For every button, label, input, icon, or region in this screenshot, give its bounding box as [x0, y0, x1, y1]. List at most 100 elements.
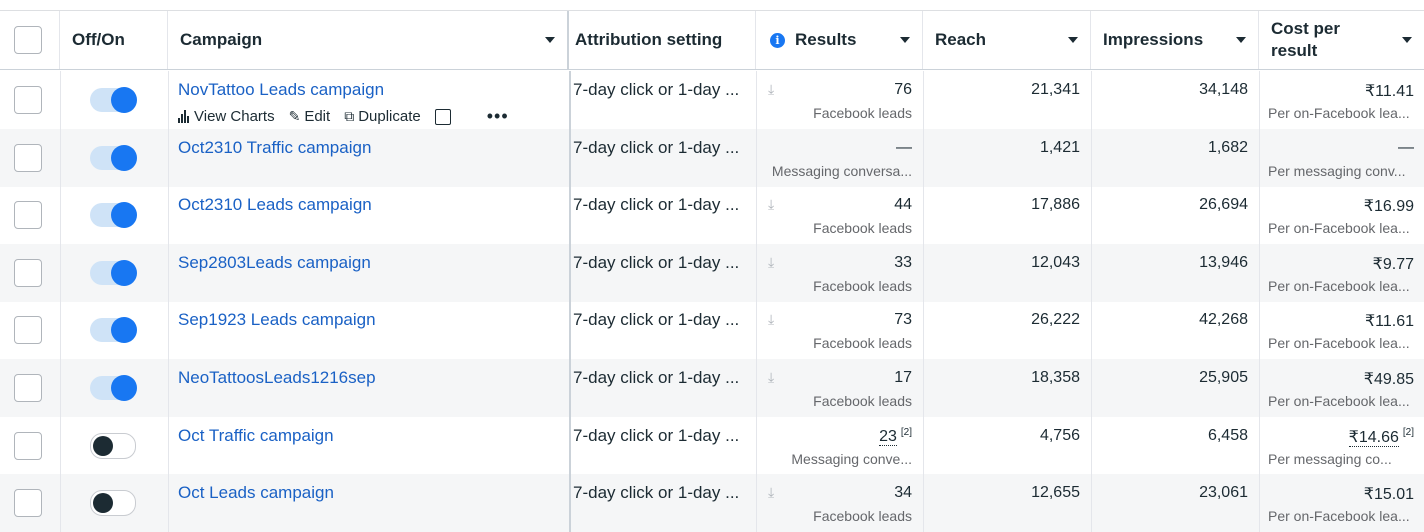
table-row[interactable]: NeoTattoosLeads1216sep 7-day click or 1-d…	[0, 359, 1424, 417]
column-divider	[569, 243, 571, 302]
campaign-name-link[interactable]: Oct2310 Leads campaign	[178, 195, 372, 215]
column-divider	[1091, 243, 1092, 302]
row-checkbox[interactable]	[14, 258, 42, 287]
table-row[interactable]: Sep1923 Leads campaign 7-day click or 1-d…	[0, 301, 1424, 360]
header-reach[interactable]: Reach	[923, 11, 1091, 69]
reach-value: 4,756	[1039, 426, 1080, 444]
results-type: Facebook leads	[813, 335, 912, 352]
cost-per-result-type: Per messaging conv...	[1268, 162, 1406, 179]
results-value: 34	[894, 484, 912, 502]
cost-footnote[interactable]: [2]	[1403, 427, 1414, 438]
campaign-toggle[interactable]	[90, 317, 137, 344]
column-divider	[168, 186, 169, 245]
table-row[interactable]: Oct Traffic campaign 7-day click or 1-day…	[0, 416, 1424, 475]
campaign-name-link[interactable]: Oct Traffic campaign	[178, 426, 334, 446]
chevron-down-icon[interactable]	[1236, 37, 1246, 43]
column-divider	[1091, 301, 1092, 360]
header-campaign[interactable]: Campaign	[168, 11, 569, 69]
results-value: —	[896, 138, 912, 156]
column-divider	[756, 301, 757, 360]
column-divider	[60, 71, 61, 129]
row-checkbox[interactable]	[14, 431, 42, 460]
campaign-name-link[interactable]: Oct2310 Traffic campaign	[178, 138, 371, 158]
column-divider	[923, 186, 924, 245]
campaign-name-link[interactable]: NovTattoo Leads campaign	[178, 80, 384, 100]
column-divider	[1259, 416, 1260, 475]
duplicate-button[interactable]: ⧉ Duplicate	[344, 108, 421, 125]
toggle-knob	[111, 202, 137, 229]
results-type: Messaging conversa...	[771, 162, 912, 179]
cost-per-result-value: ₹16.99	[1363, 198, 1414, 216]
attribution-setting: 7-day click or 1-day ...	[573, 195, 740, 215]
column-divider	[756, 186, 757, 245]
header-impressions[interactable]: Impressions	[1091, 11, 1259, 69]
row-checkbox[interactable]	[14, 201, 42, 230]
table-row[interactable]: Sep2803Leads campaign 7-day click or 1-da…	[0, 243, 1424, 302]
chevron-down-icon[interactable]	[545, 37, 555, 43]
column-divider	[60, 416, 61, 475]
campaign-name-link[interactable]: Sep2803Leads campaign	[178, 253, 371, 273]
results-value: 23 [2]	[760, 427, 912, 446]
column-divider	[168, 359, 169, 417]
campaign-name-link[interactable]: NeoTattoosLeads1216sep	[178, 368, 376, 388]
results-value: 76	[894, 81, 912, 98]
impressions-value: 13,946	[1199, 253, 1248, 271]
column-divider	[569, 474, 571, 532]
campaign-toggle[interactable]	[90, 432, 136, 459]
info-icon[interactable]: i	[770, 32, 785, 48]
column-divider	[1091, 359, 1092, 417]
header-off-on[interactable]: Off/On	[60, 11, 168, 69]
view-charts-button[interactable]: View Charts	[178, 108, 275, 125]
impressions-value: 6,458	[1207, 426, 1248, 444]
table-row[interactable]: Oct2310 Traffic campaign 7-day click or 1…	[0, 128, 1424, 187]
column-divider	[1259, 71, 1260, 129]
row-checkbox[interactable]	[14, 143, 42, 172]
row-checkbox[interactable]	[14, 86, 42, 114]
campaign-toggle[interactable]	[90, 375, 137, 401]
row-checkbox[interactable]	[14, 489, 42, 518]
column-divider	[569, 71, 571, 129]
header-cost-per-result[interactable]: Cost per result	[1259, 11, 1424, 69]
chevron-down-icon[interactable]	[900, 37, 910, 43]
header-results[interactable]: i Results	[756, 11, 923, 69]
results-type: Facebook leads	[813, 220, 912, 237]
column-divider	[60, 301, 61, 360]
chevron-down-icon[interactable]	[1068, 37, 1078, 43]
campaign-toggle[interactable]	[90, 202, 137, 229]
chevron-down-icon[interactable]	[1402, 37, 1412, 43]
reach-value: 18,358	[1031, 369, 1080, 386]
edit-button[interactable]: ✎ Edit	[289, 108, 331, 125]
header-reach-label: Reach	[935, 30, 987, 49]
campaign-name-link[interactable]: Oct Leads campaign	[178, 483, 334, 503]
results-footnote[interactable]: [2]	[901, 427, 912, 438]
select-all-checkbox[interactable]	[14, 26, 42, 54]
table-row[interactable]: Oct2310 Leads campaign 7-day click or 1-d…	[0, 186, 1424, 245]
campaign-toggle[interactable]	[90, 144, 137, 171]
column-divider	[569, 301, 571, 360]
more-options-icon[interactable]: •••	[487, 106, 509, 127]
row-checkbox[interactable]	[14, 316, 42, 345]
column-divider	[1091, 71, 1092, 129]
campaign-name-link[interactable]: Sep1923 Leads campaign	[178, 310, 376, 330]
trend-button[interactable]	[434, 108, 455, 125]
column-divider	[923, 359, 924, 417]
cost-per-result-value: ₹49.85	[1363, 371, 1414, 388]
row-checkbox[interactable]	[14, 374, 42, 402]
impressions-value: 34,148	[1199, 81, 1248, 98]
cost-number: ₹14.66	[1348, 428, 1399, 447]
campaign-toggle[interactable]	[90, 259, 137, 286]
header-campaign-label: Campaign	[180, 30, 263, 49]
campaign-toggle[interactable]	[90, 490, 136, 517]
table-row[interactable]: Oct Leads campaign 7-day click or 1-day .…	[0, 474, 1424, 532]
header-attribution[interactable]: Attribution setting	[569, 11, 756, 69]
table-row[interactable]: NovTattoo Leads campaign View Charts ✎ Edit…	[0, 71, 1424, 129]
impressions-value: 1,682	[1207, 138, 1248, 156]
column-divider	[756, 243, 757, 302]
cost-per-result-value: ₹11.41	[1364, 83, 1414, 100]
column-divider	[756, 474, 757, 532]
results-type: Messaging conve...	[791, 450, 912, 467]
attribution-setting: 7-day click or 1-day ...	[573, 425, 740, 445]
results-value: 17	[894, 369, 912, 386]
campaign-toggle[interactable]	[90, 87, 137, 113]
column-divider	[1091, 416, 1092, 475]
